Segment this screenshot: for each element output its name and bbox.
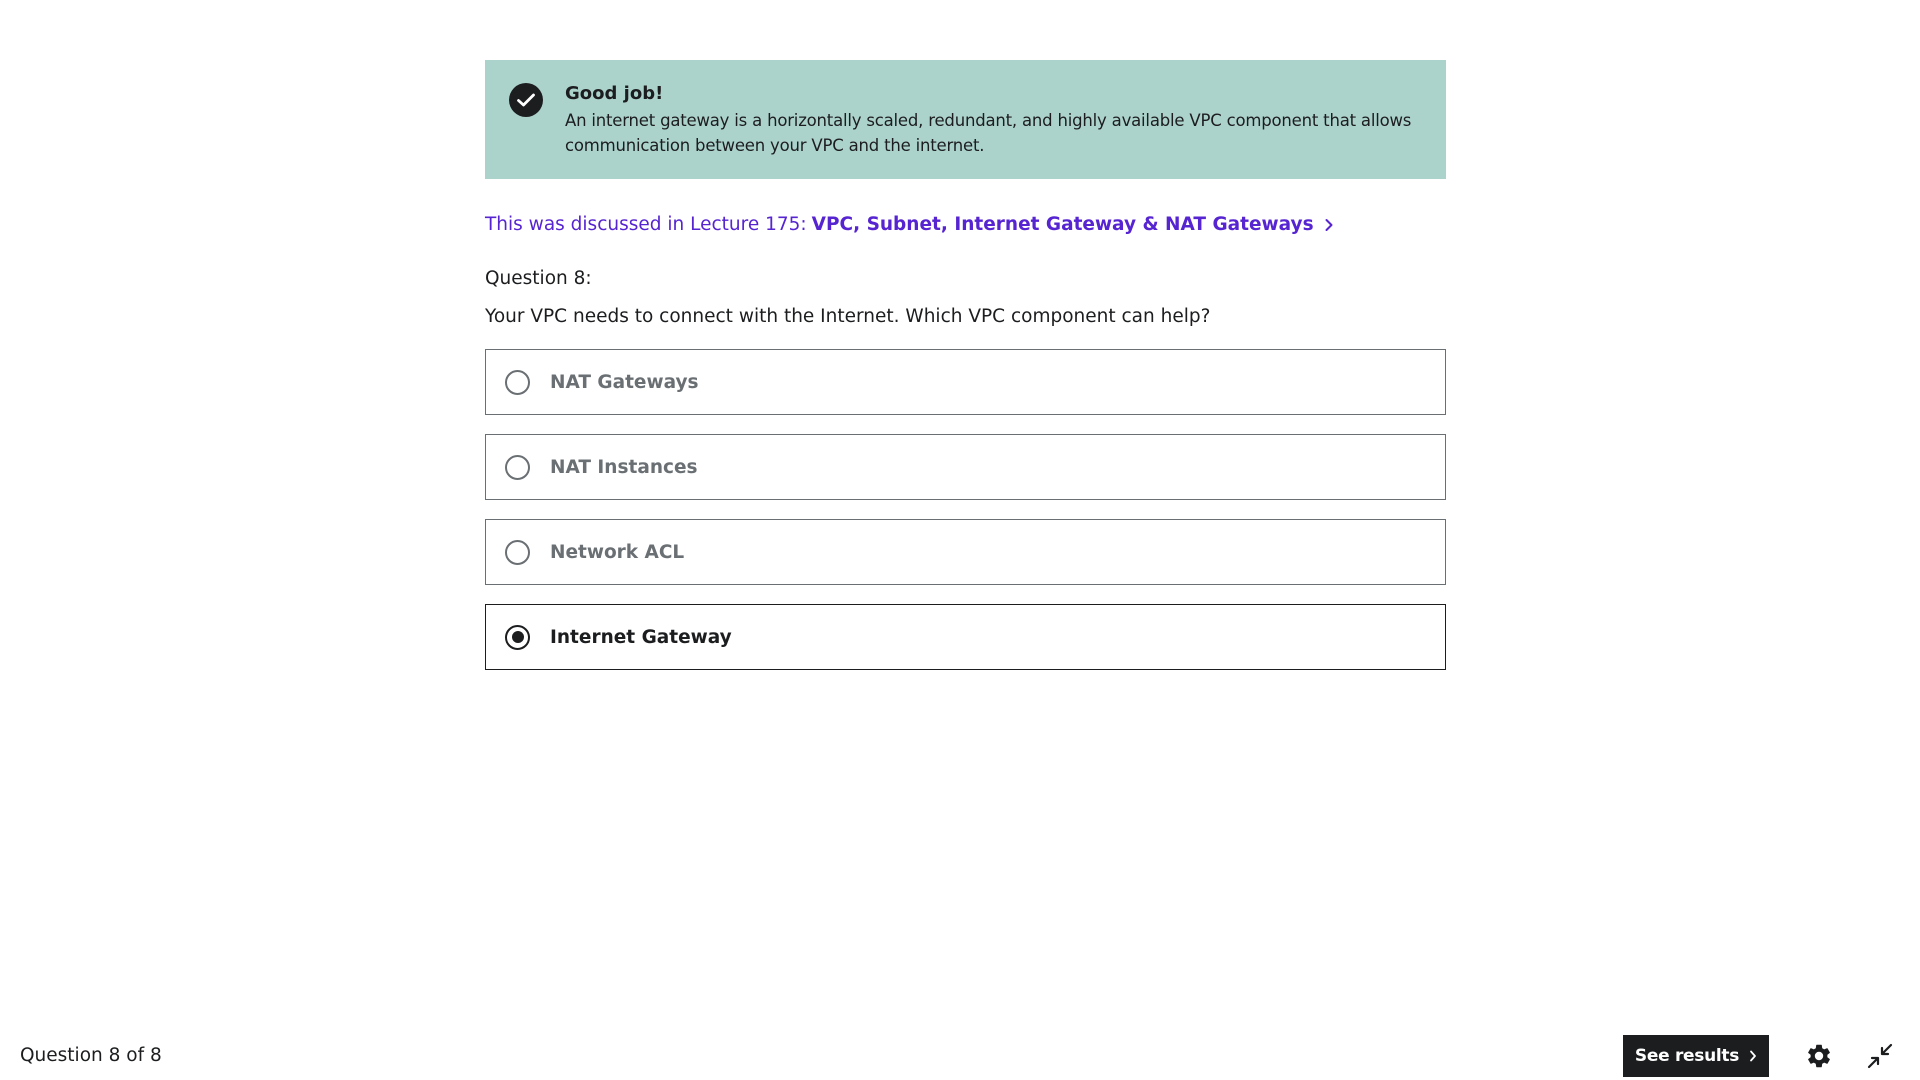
lecture-link-prefix: This was discussed in Lecture 175: <box>485 214 807 235</box>
feedback-body: An internet gateway is a horizontally sc… <box>565 111 1412 155</box>
answer-list: NAT Gateways NAT Instances Network ACL I… <box>485 349 1446 670</box>
chevron-right-icon <box>1324 218 1334 232</box>
question-progress: Question 8 of 8 <box>20 1045 162 1066</box>
quiz-panel: Good job! An internet gateway is a horiz… <box>485 60 1446 689</box>
check-circle-icon <box>509 83 543 117</box>
answer-label: NAT Instances <box>550 456 698 478</box>
answer-option-network-acl[interactable]: Network ACL <box>485 519 1446 585</box>
answer-label: Network ACL <box>550 541 685 563</box>
radio-button-selected[interactable] <box>505 624 530 650</box>
collapse-icon[interactable] <box>1867 1043 1893 1069</box>
gear-icon[interactable] <box>1805 1042 1833 1070</box>
answer-label: Internet Gateway <box>550 626 732 648</box>
lecture-link-title[interactable]: VPC, Subnet, Internet Gateway & NAT Gate… <box>812 211 1314 239</box>
chevron-right-icon <box>1750 1050 1756 1062</box>
answer-label: NAT Gateways <box>550 371 699 393</box>
feedback-title: Good job! <box>565 83 664 104</box>
radio-button[interactable] <box>505 539 530 565</box>
answer-option-nat-gateways[interactable]: NAT Gateways <box>485 349 1446 415</box>
see-results-button[interactable]: See results <box>1623 1035 1769 1077</box>
feedback-banner: Good job! An internet gateway is a horiz… <box>485 60 1446 179</box>
radio-button[interactable] <box>505 454 530 480</box>
question-text: Your VPC needs to connect with the Inter… <box>485 306 1211 327</box>
see-results-label: See results <box>1634 1046 1740 1066</box>
answer-option-nat-instances[interactable]: NAT Instances <box>485 434 1446 500</box>
answer-option-internet-gateway[interactable]: Internet Gateway <box>485 604 1446 670</box>
lecture-link[interactable]: This was discussed in Lecture 175: VPC, … <box>485 211 1446 239</box>
question-label: Question 8: <box>485 268 592 289</box>
radio-button[interactable] <box>505 369 530 395</box>
